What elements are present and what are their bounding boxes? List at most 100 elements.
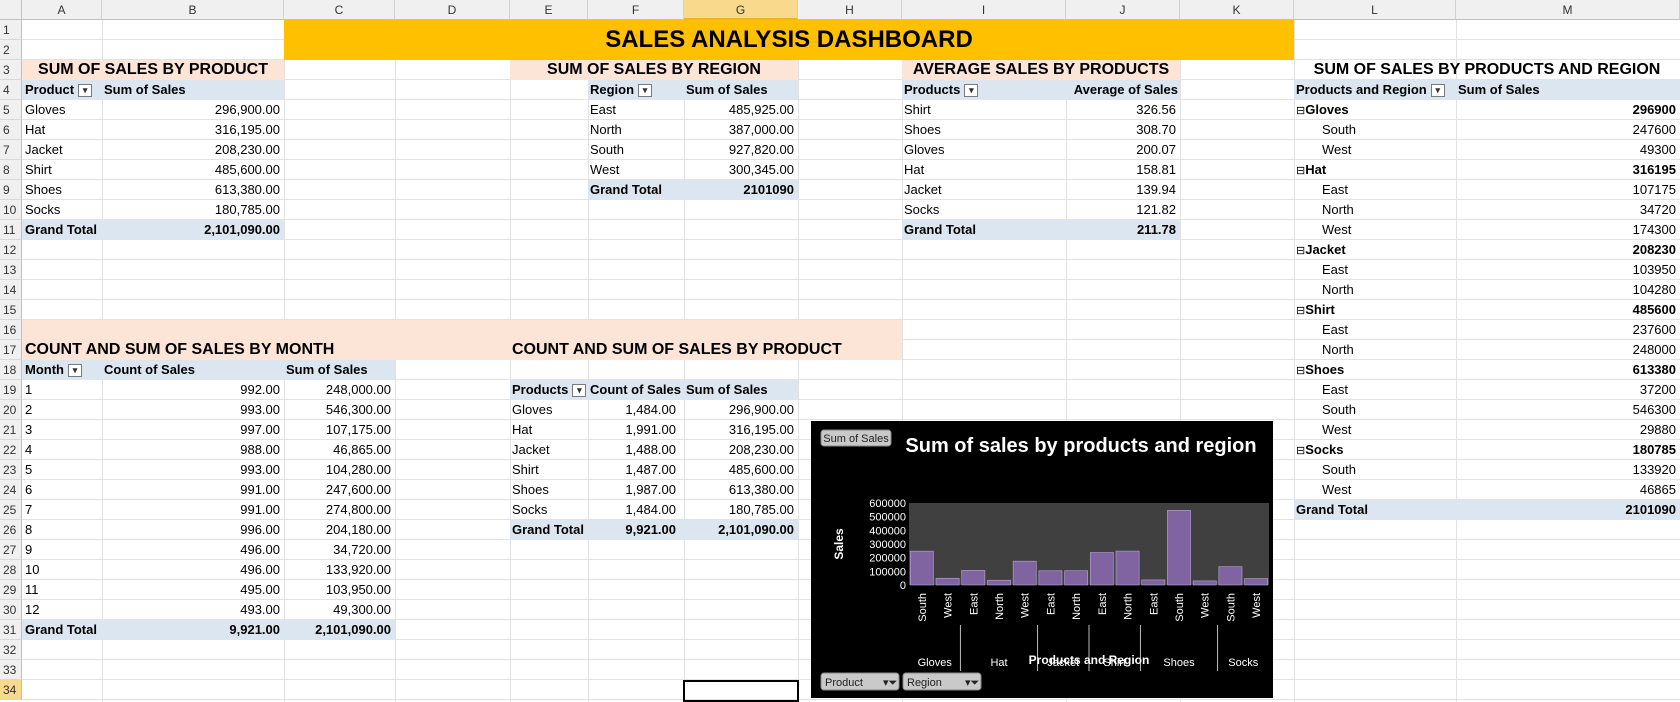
row-header-28[interactable]: 28 [0,560,22,580]
row-header-19[interactable]: 19 [0,380,22,400]
region-row-label[interactable]: North [1322,200,1454,220]
region-row-value[interactable]: 104280 [1458,280,1676,300]
bar-socks-west[interactable] [1244,578,1269,586]
row-header-20[interactable]: 20 [0,400,22,420]
cp-product-name[interactable]: Gloves [512,400,588,420]
row-header-9[interactable]: 9 [0,180,22,200]
product-name[interactable]: Shirt [25,160,102,180]
selected-cell[interactable] [683,680,799,702]
row-header-13[interactable]: 13 [0,260,22,280]
region-row-value[interactable]: 29880 [1458,420,1676,440]
column-header-b[interactable]: B [102,0,284,20]
region-row-value[interactable]: 174300 [1458,220,1676,240]
region-row-label[interactable]: West [1322,420,1454,440]
month-count[interactable]: 493.00 [104,600,280,620]
month-sum[interactable]: 133,920.00 [286,560,391,580]
row-header-29[interactable]: 29 [0,580,22,600]
group-row-value[interactable]: 316195 [1458,160,1676,180]
region-row-label[interactable]: East [1322,180,1454,200]
row-header-24[interactable]: 24 [0,480,22,500]
collapse-minus-icon[interactable]: ⊟ [1296,105,1305,117]
product-sum[interactable]: 180,785.00 [104,200,280,220]
avg-product-value[interactable]: 121.82 [1068,200,1176,220]
collapse-minus-icon[interactable]: ⊟ [1296,445,1305,457]
select-all-corner[interactable] [0,0,22,20]
region-row-label[interactable]: West [1322,140,1454,160]
month-count[interactable]: 991.00 [104,500,280,520]
product-name[interactable]: Gloves [25,100,102,120]
month-number[interactable]: 4 [25,440,102,460]
product-sum[interactable]: 208,230.00 [104,140,280,160]
month-sum[interactable]: 46,865.00 [286,440,391,460]
col-header-region[interactable]: Region ▾ [590,80,682,100]
group-row-value[interactable]: 613380 [1458,360,1676,380]
month-number[interactable]: 6 [25,480,102,500]
region-row-label[interactable]: South [1322,400,1454,420]
column-header-h[interactable]: H [798,0,902,20]
filter-dropdown-icon[interactable]: ▾ [1430,84,1445,98]
column-header-m[interactable]: M [1456,0,1680,20]
bar-shoes-south[interactable] [1167,510,1191,586]
row-header-5[interactable]: 5 [0,100,22,120]
group-row-label[interactable]: ⊟Shirt [1296,300,1454,320]
group-row-label[interactable]: ⊟Hat [1296,160,1454,180]
bar-shirt-north[interactable] [1115,550,1140,586]
month-number[interactable]: 7 [25,500,102,520]
cp-count[interactable]: 1,487.00 [590,460,676,480]
cp-product-name[interactable]: Socks [512,500,588,520]
product-sum[interactable]: 316,195.00 [104,120,280,140]
cp-count[interactable]: 1,987.00 [590,480,676,500]
group-row-label[interactable]: ⊟Shoes [1296,360,1454,380]
region-row-value[interactable]: 46865 [1458,480,1676,500]
avg-product-value[interactable]: 326.56 [1068,100,1176,120]
avg-product-name[interactable]: Socks [904,200,1064,220]
cp-sum[interactable]: 180,785.00 [686,500,794,520]
group-row-value[interactable]: 485600 [1458,300,1676,320]
row-header-22[interactable]: 22 [0,440,22,460]
col-header-month-count[interactable]: Count of Sales [104,360,282,380]
month-number[interactable]: 12 [25,600,102,620]
month-sum[interactable]: 247,600.00 [286,480,391,500]
row-header-30[interactable]: 30 [0,600,22,620]
row-header-14[interactable]: 14 [0,280,22,300]
cp-count[interactable]: 1,488.00 [590,440,676,460]
collapse-minus-icon[interactable]: ⊟ [1296,245,1305,257]
row-header-15[interactable]: 15 [0,300,22,320]
month-sum[interactable]: 204,180.00 [286,520,391,540]
month-count[interactable]: 495.00 [104,580,280,600]
month-sum[interactable]: 49,300.00 [286,600,391,620]
month-number[interactable]: 10 [25,560,102,580]
region-row-value[interactable]: 546300 [1458,400,1676,420]
product-name[interactable]: Socks [25,200,102,220]
col-header-avg-products[interactable]: Products ▾ [904,80,1064,100]
column-header-a[interactable]: A [22,0,102,20]
region-row-label[interactable]: North [1322,340,1454,360]
region-name[interactable]: East [590,100,682,120]
cp-count[interactable]: 1,991.00 [590,420,676,440]
month-count[interactable]: 991.00 [104,480,280,500]
region-row-value[interactable]: 34720 [1458,200,1676,220]
month-sum[interactable]: 34,720.00 [286,540,391,560]
month-count[interactable]: 996.00 [104,520,280,540]
month-count[interactable]: 992.00 [104,380,280,400]
row-header-16[interactable]: 16 [0,320,22,340]
cp-product-name[interactable]: Hat [512,420,588,440]
column-header-i[interactable]: I [902,0,1066,20]
col-header-sum-of-sales[interactable]: Sum of Sales [104,80,282,100]
month-count[interactable]: 496.00 [104,540,280,560]
cp-sum[interactable]: 316,195.00 [686,420,794,440]
region-row-label[interactable]: East [1322,380,1454,400]
group-row-label[interactable]: ⊟Gloves [1296,100,1454,120]
col-header-prod-region-sum[interactable]: Sum of Sales [1458,80,1618,100]
row-header-2[interactable]: 2 [0,40,22,60]
month-count[interactable]: 988.00 [104,440,280,460]
cp-sum[interactable]: 613,380.00 [686,480,794,500]
group-row-value[interactable]: 180785 [1458,440,1676,460]
region-name[interactable]: South [590,140,682,160]
avg-product-value[interactable]: 200.07 [1068,140,1176,160]
cp-product-name[interactable]: Shoes [512,480,588,500]
region-row-value[interactable]: 248000 [1458,340,1676,360]
avg-product-name[interactable]: Jacket [904,180,1064,200]
month-sum[interactable]: 107,175.00 [286,420,391,440]
filter-dropdown-icon[interactable]: ▾ [572,384,587,398]
